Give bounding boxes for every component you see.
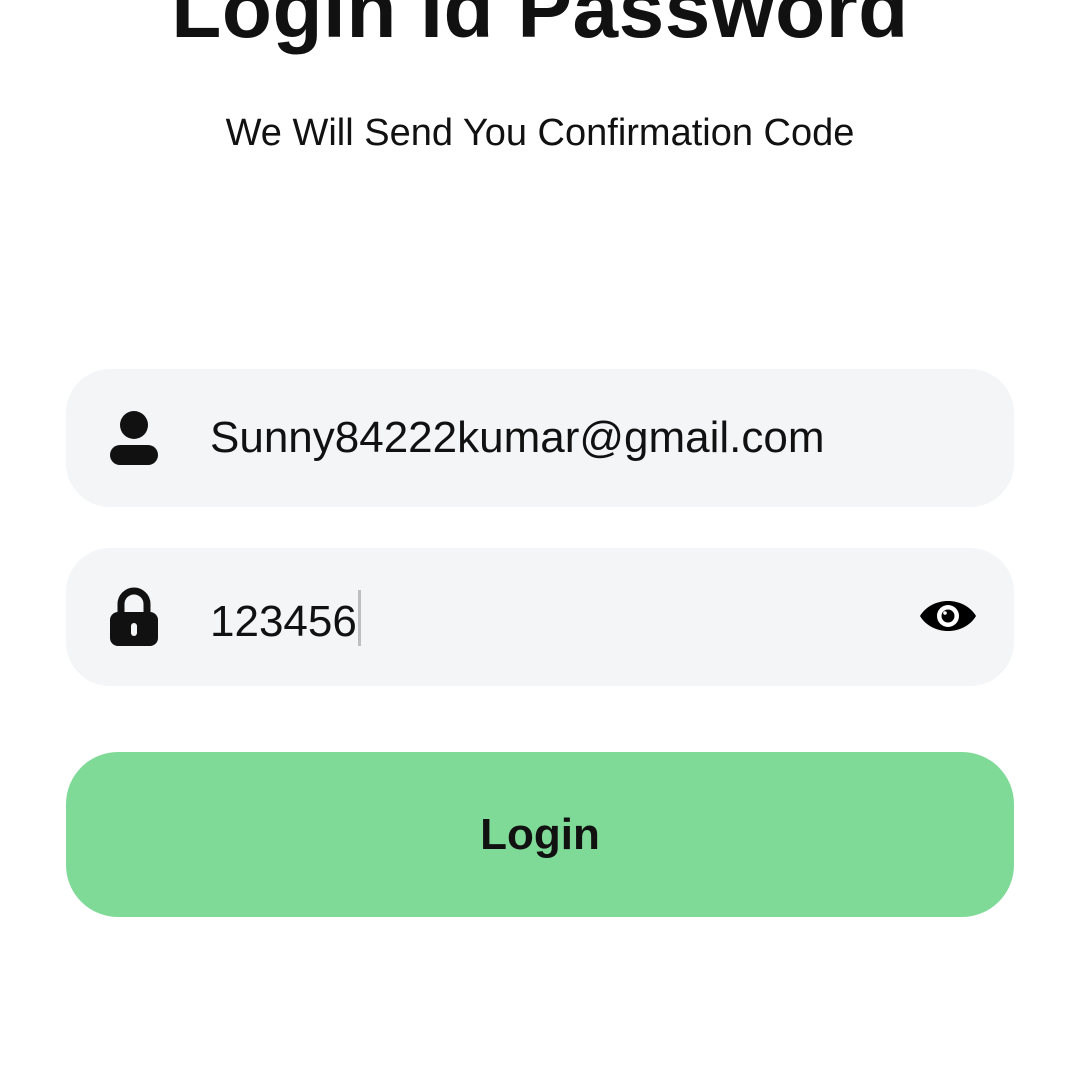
- page-title: Login Id Password: [171, 0, 909, 55]
- login-screen: Login Id Password We Will Send You Confi…: [0, 0, 1080, 1080]
- page-subtitle: We Will Send You Confirmation Code: [225, 112, 855, 154]
- password-input[interactable]: 123456: [210, 590, 361, 649]
- email-field[interactable]: Sunny84222kumar@gmail.com: [66, 369, 1014, 507]
- lock-icon: [110, 587, 158, 646]
- text-caret: [357, 590, 361, 646]
- user-icon: [110, 411, 158, 465]
- email-input[interactable]: Sunny84222kumar@gmail.com: [210, 411, 825, 465]
- eye-icon[interactable]: [918, 592, 978, 640]
- password-field[interactable]: 123456: [66, 548, 1014, 686]
- password-value: 123456: [210, 597, 357, 646]
- login-button[interactable]: Login: [66, 752, 1014, 917]
